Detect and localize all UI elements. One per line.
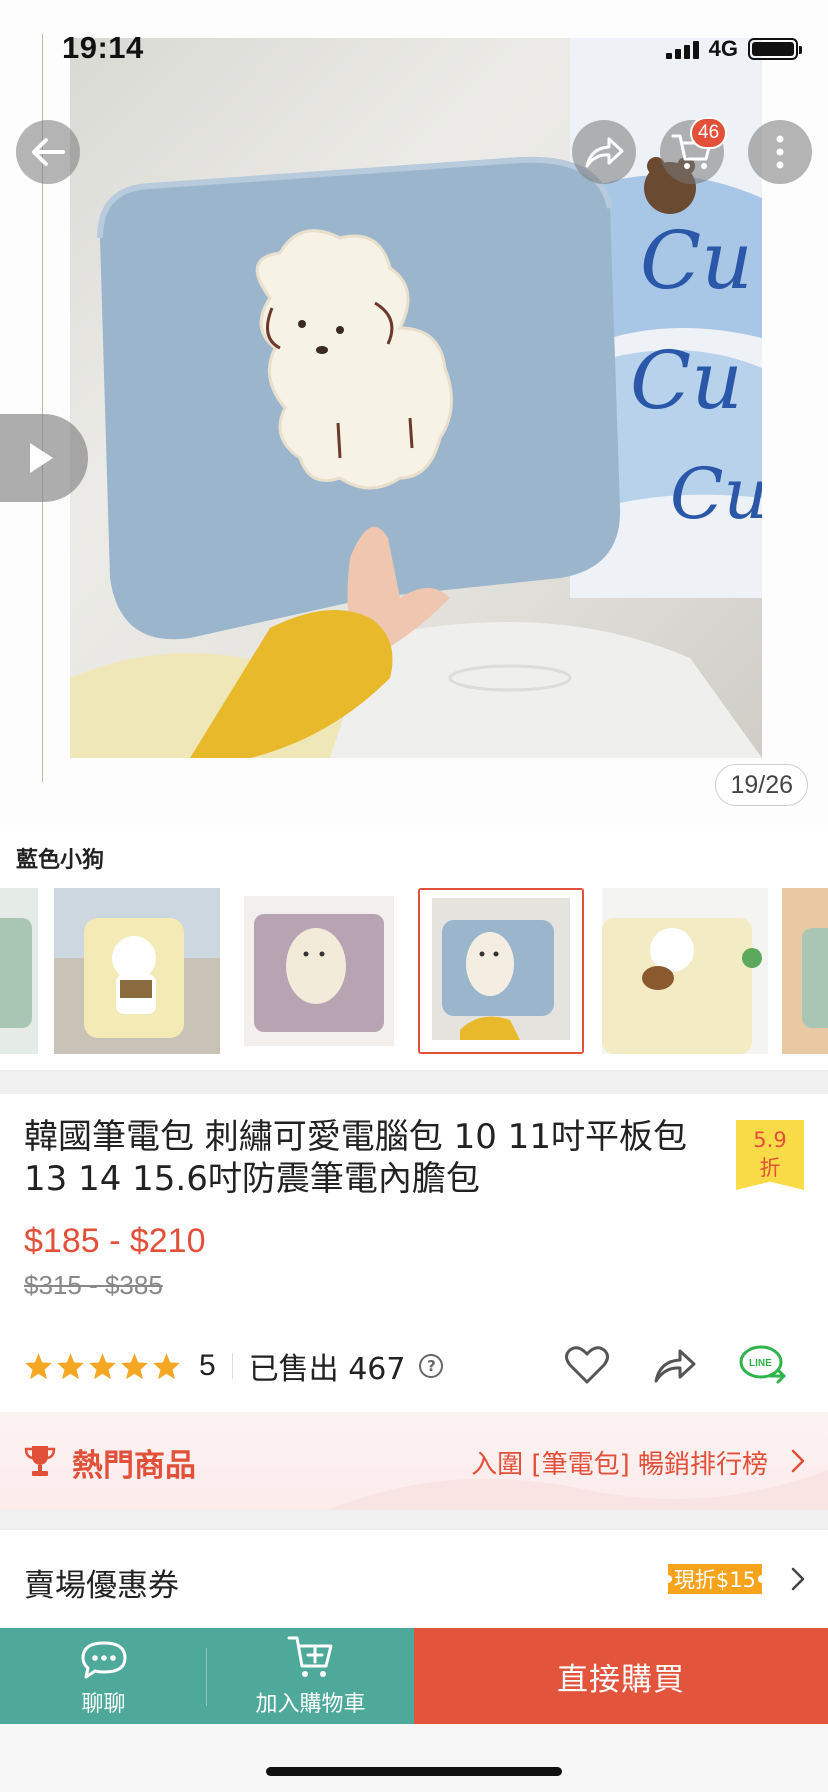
share-icon [585,137,624,168]
chat-button[interactable]: 聊聊 [0,1628,207,1724]
svg-text:Cu: Cu [640,214,753,307]
network-label: 4G [708,36,738,61]
section-divider [0,1070,828,1094]
signal-icon [665,39,699,59]
favorite-button[interactable] [562,1340,612,1390]
more-vertical-icon [776,135,784,169]
hot-rank-text: 入圍 [筆電包] 暢銷排行榜 [471,1450,768,1480]
thumb-green-partial-image [0,888,38,1054]
discount-unit: 折 [759,1156,781,1180]
share-button[interactable] [572,120,636,184]
cart-count-badge: 46 [690,117,728,149]
discount-value: 5.9 [753,1128,787,1152]
add-cart-label: 加入購物車 [255,1692,366,1717]
rating-value: 5 [199,1349,216,1382]
shop-coupon-row[interactable]: 賣場優惠券 現折$15 [0,1530,828,1626]
thumb-partial-right-image [782,888,828,1054]
bottom-action-bar: 聊聊 加入購物車 直接購買 [0,1628,828,1724]
status-time: 19:14 [62,30,144,65]
help-icon[interactable]: ? [419,1354,444,1378]
thumb-purple-dog-image [244,896,394,1046]
play-video-button[interactable] [0,414,88,502]
star-icon [89,1353,116,1380]
home-indicator-area [0,1724,828,1792]
svg-text:Cu: Cu [630,334,743,427]
thumb-partial-right[interactable] [782,888,828,1054]
star-icon [25,1353,52,1380]
thumb-cream-bear[interactable] [602,888,768,1054]
more-options-button[interactable] [748,120,812,184]
back-button[interactable] [16,120,80,184]
line-share-button[interactable]: LINE [738,1340,788,1390]
heart-icon [565,1346,609,1384]
selected-variant-label: 藍色小狗 [16,848,105,873]
share-icon [654,1349,696,1383]
svg-text:Cu: Cu [670,453,762,535]
bottom-divider [206,1648,207,1706]
thumb-purple-dog[interactable] [244,896,394,1046]
rating-divider [231,1353,233,1379]
product-price: $185 - $210 [24,1222,206,1260]
star-icon [57,1353,84,1380]
hot-product-bar[interactable]: 熱門商品 入圍 [筆電包] 暢銷排行榜 [0,1412,828,1510]
status-indicators: 4G [665,36,802,62]
play-icon [30,443,53,473]
product-title: 韓國筆電包 刺繡可愛電腦包 10 11吋平板包 13 14 15.6吋防震筆電內… [24,1117,687,1199]
thumb-blue-dog[interactable] [418,888,584,1054]
chat-label: 聊聊 [81,1692,126,1717]
add-cart-icon [287,1636,332,1677]
add-to-cart-button[interactable]: 加入購物車 [207,1628,414,1724]
home-indicator[interactable] [266,1767,562,1776]
hot-product-title: 熱門商品 [72,1448,196,1484]
back-arrow-icon [32,138,65,166]
trophy-icon [24,1446,56,1476]
chevron-right-icon [791,1567,805,1591]
product-image-gallery[interactable]: Cu Cu Cu 19:14 4G 46 19/26 [0,0,828,826]
star-icon [153,1353,180,1380]
thumb-green-partial[interactable] [0,888,38,1054]
section-divider [0,1510,828,1530]
share-product-button[interactable] [650,1340,700,1390]
sold-count: 已售出 467 [248,1352,406,1387]
product-photo-illustration: Cu Cu Cu [70,38,762,758]
variant-thumbnail-strip[interactable] [0,888,828,1056]
buy-now-button[interactable]: 直接購買 [414,1628,828,1724]
line-icon: LINE [739,1345,786,1384]
bottom-left-actions: 聊聊 加入購物車 [0,1628,414,1724]
chat-bubble-icon [81,1641,126,1679]
rating-stars [24,1352,181,1380]
coupon-title: 賣場優惠券 [24,1568,179,1604]
thumb-blue-dog-image [420,890,582,1052]
battery-icon [748,38,802,60]
discount-tag: 5.9 折 [736,1120,804,1190]
coupon-badge: 現折$15 [667,1564,762,1594]
product-original-price: $315 - $385 [24,1270,163,1300]
chevron-right-icon [791,1449,805,1473]
rating-row[interactable]: 5 已售出 467 ? [24,1346,444,1387]
thumb-yellow-bear-image [54,888,220,1054]
star-icon [121,1353,148,1380]
svg-text:LINE: LINE [749,1358,772,1369]
product-photo[interactable]: Cu Cu Cu [70,38,762,758]
image-page-counter: 19/26 [715,764,808,806]
thumb-yellow-bear[interactable] [54,888,220,1054]
thumb-cream-bear-image [602,888,768,1054]
